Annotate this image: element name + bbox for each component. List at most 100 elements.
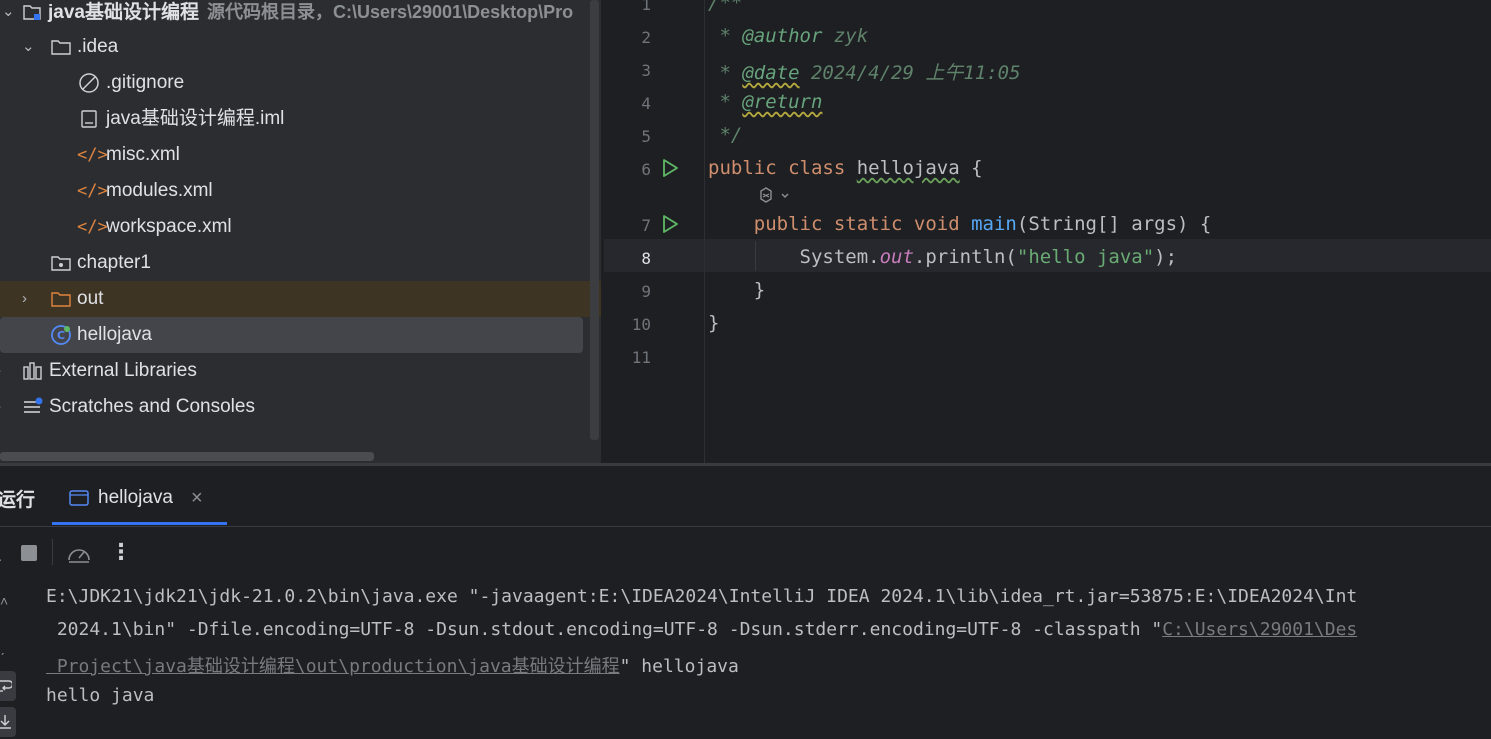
tree-item-label: java基础设计编程.iml bbox=[106, 108, 285, 129]
folder-icon bbox=[50, 29, 72, 65]
project-tree-panel: ⌄ java基础设计编程 源代码根目录，C:\Users\29001\Deskto… bbox=[0, 0, 601, 463]
code-line-10: } bbox=[708, 312, 720, 334]
tree-vertical-scrollbar[interactable] bbox=[590, 0, 599, 440]
tree-root-row[interactable]: ⌄ java基础设计编程 源代码根目录，C:\Users\29001\Deskto… bbox=[0, 0, 601, 30]
code-line-6: public class hellojava { bbox=[708, 157, 983, 179]
svg-text:C: C bbox=[57, 329, 65, 342]
ignore-file-icon bbox=[78, 65, 100, 101]
line-number: 5 bbox=[641, 127, 651, 146]
console-line-1[interactable]: E:\JDK21\jdk21\jdk-21.0.2\bin\java.exe "… bbox=[46, 586, 1357, 607]
line-number: 3 bbox=[641, 61, 651, 80]
line-number: 2 bbox=[641, 28, 651, 47]
tree-item-label: .idea bbox=[77, 36, 119, 57]
tree-item-external-libraries[interactable]: › External Libraries bbox=[0, 353, 601, 389]
javadoc-date-tag: @date bbox=[742, 62, 800, 84]
scratches-icon bbox=[22, 389, 44, 425]
run-class-icon[interactable] bbox=[660, 158, 680, 183]
ai-assist-inlay-icon[interactable] bbox=[756, 185, 796, 212]
tree-item-label: misc.xml bbox=[106, 144, 180, 165]
tree-item-label: External Libraries bbox=[49, 360, 197, 381]
tree-item-chapter1[interactable]: chapter1 bbox=[0, 245, 601, 281]
run-toolbar: ˎ ⋮ bbox=[0, 527, 1491, 579]
line-number: 11 bbox=[631, 348, 651, 367]
module-folder-icon bbox=[22, 0, 42, 30]
line-number: 1 bbox=[641, 0, 651, 14]
more-options-icon[interactable]: ⋮ bbox=[110, 539, 132, 565]
run-tabs-bar bbox=[0, 466, 1491, 527]
excluded-folder-icon bbox=[50, 281, 72, 317]
tree-item-iml[interactable]: java基础设计编程.iml bbox=[0, 101, 601, 137]
run-tab-label: hellojava bbox=[98, 487, 173, 508]
line-number: 7 bbox=[641, 216, 651, 235]
tree-item-out[interactable]: › out bbox=[0, 281, 601, 317]
scroll-up-icon[interactable]: ˄ bbox=[0, 593, 8, 609]
profiler-icon[interactable] bbox=[66, 542, 92, 571]
module-file-icon bbox=[80, 101, 98, 137]
tree-item-label: out bbox=[77, 288, 104, 309]
scroll-down-icon[interactable]: ˏ bbox=[0, 639, 5, 655]
rerun-icon[interactable]: ˎ bbox=[0, 545, 3, 561]
console-line-4[interactable]: hello java bbox=[46, 685, 154, 706]
tree-root-hint: 源代码根目录，C:\Users\29001\Desktop\Pro bbox=[206, 2, 574, 22]
tree-item-label: hellojava bbox=[77, 324, 152, 345]
run-tab-hellojava[interactable]: hellojava × bbox=[68, 485, 203, 511]
code-line-7: public static void main(String[] args) { bbox=[708, 213, 1212, 235]
console-side-toolbar: ˄ ˏ bbox=[0, 579, 26, 739]
console-window-icon bbox=[68, 489, 90, 507]
chevron-right-icon[interactable]: › bbox=[0, 389, 1, 425]
library-icon bbox=[22, 353, 44, 389]
code-line-3: * @date 2024/4/29 上午11:05 bbox=[708, 62, 1021, 84]
close-icon[interactable]: × bbox=[191, 487, 203, 510]
gutter-divider bbox=[704, 0, 705, 463]
line-number: 6 bbox=[641, 160, 651, 179]
tree-item-workspace[interactable]: </> workspace.xml bbox=[0, 209, 601, 245]
class-name: hellojava bbox=[856, 157, 960, 179]
tree-root-name: java基础设计编程 bbox=[48, 2, 199, 23]
chevron-down-icon[interactable]: ⌄ bbox=[2, 0, 15, 30]
tree-item-label: workspace.xml bbox=[106, 216, 232, 237]
console-line-2[interactable]: 2024.1\bin" -Dfile.encoding=UTF-8 -Dsun.… bbox=[46, 619, 1357, 640]
soft-wrap-icon[interactable] bbox=[0, 671, 16, 701]
tree-item-idea[interactable]: ⌄ .idea bbox=[0, 29, 601, 65]
xml-file-icon: </> bbox=[77, 181, 108, 201]
tree-item-label: modules.xml bbox=[106, 180, 213, 201]
classpath-link[interactable]: C:\Users\29001\Des bbox=[1162, 619, 1357, 640]
active-tab-indicator bbox=[52, 522, 227, 525]
line-number: 9 bbox=[641, 282, 651, 301]
line-number-current: 8 bbox=[641, 249, 651, 268]
xml-file-icon: </> bbox=[77, 145, 108, 165]
tree-item-label: Scratches and Consoles bbox=[49, 396, 255, 417]
method-name: main bbox=[971, 213, 1017, 235]
tree-item-misc[interactable]: </> misc.xml bbox=[0, 137, 601, 173]
toolbar-separator bbox=[52, 539, 53, 565]
tree-item-scratches[interactable]: › Scratches and Consoles bbox=[0, 389, 601, 425]
line-number: 4 bbox=[641, 94, 651, 113]
javadoc-author-tag: @author bbox=[742, 25, 823, 47]
line-number: 10 bbox=[631, 315, 651, 334]
tree-item-label: .gitignore bbox=[106, 72, 185, 93]
run-main-icon[interactable] bbox=[660, 214, 680, 239]
scroll-to-end-icon[interactable] bbox=[0, 707, 16, 737]
console-line-3[interactable]: Project\java基础设计编程\out\production\java基础… bbox=[46, 652, 739, 678]
tree-item-hellojava[interactable]: C hellojava bbox=[0, 317, 583, 353]
code-line-8: System.out.println("hello java"); bbox=[708, 246, 1178, 268]
chevron-right-icon[interactable]: › bbox=[22, 281, 27, 317]
package-folder-icon bbox=[50, 245, 72, 281]
tree-item-label: chapter1 bbox=[77, 252, 151, 273]
xml-file-icon: </> bbox=[77, 217, 108, 237]
tree-horizontal-scrollbar[interactable] bbox=[0, 452, 374, 461]
code-line-5: */ bbox=[708, 124, 743, 146]
javadoc-return-tag: @return bbox=[742, 91, 823, 113]
tree-item-gitignore[interactable]: .gitignore bbox=[0, 65, 601, 101]
tree-item-modules[interactable]: </> modules.xml bbox=[0, 173, 601, 209]
classpath-link-continued[interactable]: Project\java基础设计编程\out\production\java基础… bbox=[46, 656, 620, 677]
indent-guide bbox=[755, 241, 756, 271]
stop-icon[interactable] bbox=[20, 544, 38, 567]
code-line-2: * @author zyk bbox=[708, 25, 869, 47]
chevron-down-icon[interactable]: ⌄ bbox=[22, 29, 35, 65]
chevron-right-icon[interactable]: › bbox=[0, 353, 1, 389]
java-class-icon: C bbox=[50, 317, 72, 353]
code-line-4: * @return bbox=[708, 91, 823, 113]
run-panel-title: 运行 bbox=[0, 490, 36, 511]
code-line-9: } bbox=[708, 279, 766, 301]
